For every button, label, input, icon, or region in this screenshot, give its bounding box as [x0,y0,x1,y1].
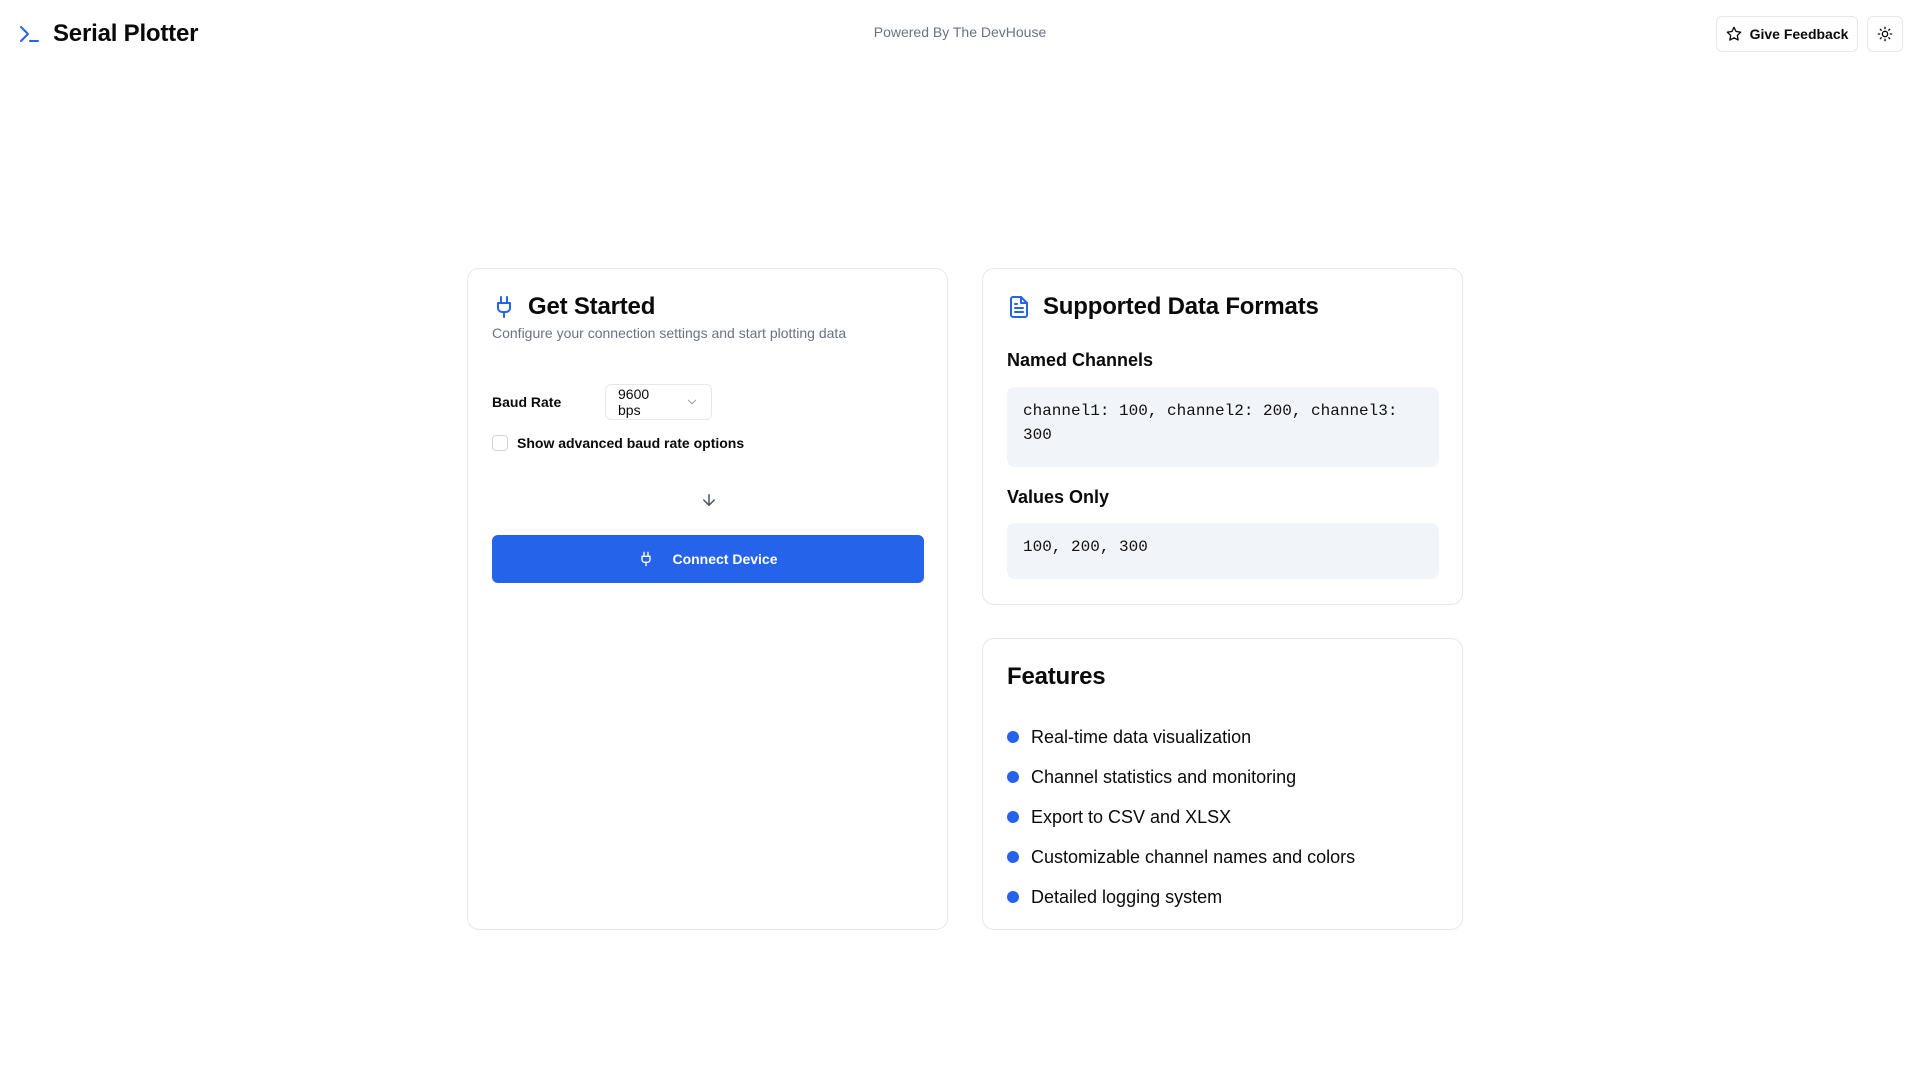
features-header: Features [1007,663,1106,691]
connect-device-button[interactable]: Connect Device [492,535,924,583]
list-item: Export to CSV and XLSX [1007,797,1355,837]
features-list: Real-time data visualization Channel sta… [1007,717,1355,917]
features-card: Features Real-time data visualization Ch… [982,638,1463,930]
bullet-dot-icon [1007,891,1019,903]
data-formats-header: Supported Data Formats [1007,293,1319,321]
feature-text: Channel statistics and monitoring [1031,766,1297,787]
sun-icon [1877,26,1893,42]
baud-rate-select[interactable]: 9600 bps [605,384,712,420]
connect-device-label: Connect Device [672,551,778,567]
feature-text: Real-time data visualization [1031,726,1252,747]
feature-text: Export to CSV and XLSX [1031,806,1232,827]
data-formats-card: Supported Data Formats Named Channels ch… [982,268,1463,605]
get-started-card: Get Started Configure your connection se… [467,268,948,930]
baud-rate-row: Baud Rate 9600 bps [492,384,712,420]
get-started-description: Configure your connection settings and s… [492,325,847,341]
values-only-heading: Values Only [1007,487,1110,507]
plug-icon [638,551,654,567]
advanced-baud-option[interactable]: Show advanced baud rate options [492,435,744,451]
get-started-title: Get Started [528,293,656,320]
arrow-down-icon [700,491,718,509]
theme-toggle-button[interactable] [1867,16,1903,52]
baud-rate-value: 9600 bps [618,386,650,418]
powered-by-text: Powered By The DevHouse [873,24,1047,40]
list-item: Channel statistics and monitoring [1007,757,1355,797]
feature-text: Customizable channel names and colors [1031,846,1356,867]
header-actions: Give Feedback [1716,16,1903,52]
list-item: Real-time data visualization [1007,717,1355,757]
get-started-header: Get Started [492,293,655,321]
list-item: Detailed logging system [1007,877,1355,917]
plug-icon [492,295,516,319]
give-feedback-label: Give Feedback [1749,26,1849,42]
named-channels-example: channel1: 100, channel2: 200, channel3: … [1007,387,1439,467]
bullet-dot-icon [1007,811,1019,823]
give-feedback-button[interactable]: Give Feedback [1716,16,1858,52]
bullet-dot-icon [1007,851,1019,863]
bullet-dot-icon [1007,771,1019,783]
bullet-dot-icon [1007,731,1019,743]
named-channels-heading: Named Channels [1007,350,1154,370]
list-item: Customizable channel names and colors [1007,837,1355,877]
app-header: Serial Plotter Powered By The DevHouse G… [0,0,1920,68]
star-icon [1726,26,1742,42]
advanced-baud-checkbox[interactable] [492,435,508,451]
chevron-down-icon [685,395,699,409]
features-title: Features [1007,663,1106,690]
baud-rate-label: Baud Rate [492,394,562,410]
data-formats-title: Supported Data Formats [1043,293,1319,320]
advanced-baud-label: Show advanced baud rate options [517,435,745,451]
file-text-icon [1007,295,1031,319]
values-only-example: 100, 200, 300 [1007,523,1439,579]
feature-text: Detailed logging system [1031,886,1223,907]
